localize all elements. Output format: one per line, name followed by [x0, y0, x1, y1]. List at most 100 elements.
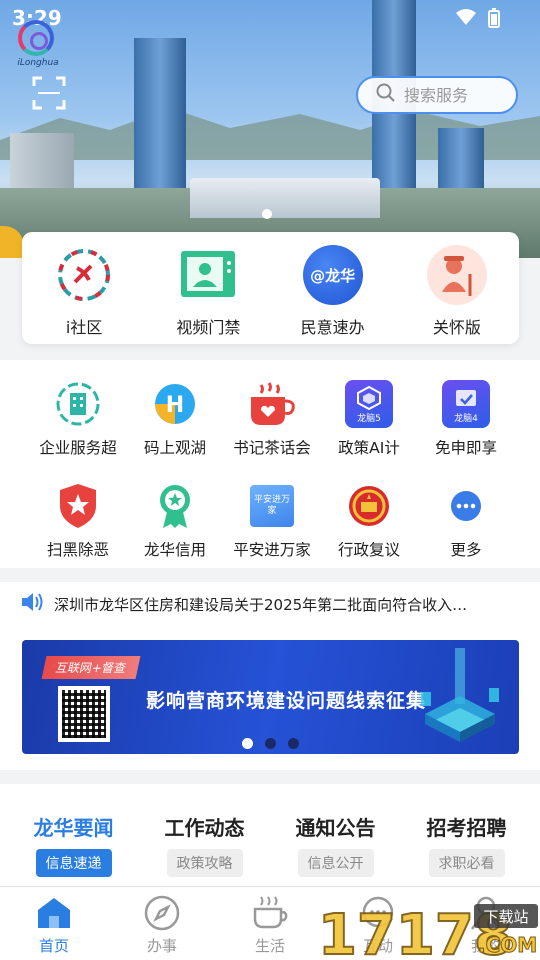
status-icons — [456, 8, 500, 33]
nav-services[interactable]: 办事 — [112, 895, 212, 960]
community-emblem-icon — [53, 244, 115, 306]
tab-subtitle: 信息公开 — [297, 849, 374, 877]
quick-item-label: 民意速办 — [300, 318, 365, 337]
notice-text: 深圳市龙华区住房和建设局关于2025年第二批面向符合收入… — [54, 595, 468, 614]
banner-pagination — [242, 738, 299, 749]
quick-access-card: i社区 视频门禁 @龙华 民意速办 关怀版 — [22, 232, 519, 344]
nav-profile[interactable]: 我的 — [436, 895, 536, 960]
quick-item-video-access[interactable]: 视频门禁 — [153, 244, 263, 344]
banner-dot-active[interactable] — [242, 738, 253, 749]
coffee-icon — [220, 895, 320, 931]
home-icon — [4, 895, 104, 931]
tab-title: 工作动态 — [164, 816, 245, 840]
promo-banner[interactable]: 互联网+督查 影响营商环境建设问题线索征集 — [22, 640, 519, 754]
service-more[interactable]: 更多 — [418, 480, 514, 560]
service-label: 龙华信用 — [143, 541, 206, 559]
svg-text:H: H — [166, 393, 184, 418]
service-anti-crime[interactable]: 扫黑除恶 — [30, 480, 126, 560]
hero-banner[interactable]: 3:29 iLonghua — [0, 0, 540, 258]
banner-dot[interactable] — [265, 738, 276, 749]
nav-label: 生活 — [254, 937, 285, 955]
public-opinion-badge: @龙华 — [302, 245, 363, 305]
service-label: 免申即享 — [434, 439, 497, 457]
service-tea-talk[interactable]: 书记茶话会 — [224, 378, 320, 458]
enterprise-building-icon — [52, 378, 104, 430]
notice-bar[interactable]: 深圳市龙华区住房和建设局关于2025年第二批面向符合收入… — [0, 582, 540, 626]
service-apply-free[interactable]: 龙脑4 免申即享 — [418, 378, 514, 458]
search-icon — [376, 83, 396, 107]
quick-item-elder-care[interactable]: 关怀版 — [402, 244, 512, 344]
service-label: 更多 — [450, 541, 482, 559]
service-guanhu[interactable]: H 码上观湖 — [127, 378, 223, 458]
search-input[interactable] — [404, 85, 504, 105]
service-label: 企业服务超 — [39, 439, 117, 457]
nav-life[interactable]: 生活 — [220, 895, 320, 960]
hero-pagination — [262, 209, 272, 219]
quick-item-label: 视频门禁 — [176, 318, 241, 337]
user-icon — [436, 895, 536, 931]
service-label: 扫黑除恶 — [46, 541, 109, 559]
service-admin-review[interactable]: 行政复议 — [321, 480, 417, 560]
more-icon — [440, 480, 492, 532]
banner-title: 影响营商环境建设问题线索征集 — [146, 690, 427, 712]
nav-home[interactable]: 首页 — [4, 895, 104, 960]
service-label: 平安进万家 — [233, 541, 311, 559]
nav-label: 互动 — [362, 937, 393, 955]
apply-free-icon: 龙脑4 — [440, 378, 492, 430]
news-section: 龙华要闻 信息速递 工作动态 政策攻略 通知公告 信息公开 招考招聘 求职必看 — [0, 784, 540, 886]
quick-item-community[interactable]: i社区 — [29, 244, 139, 344]
video-access-icon — [177, 244, 239, 306]
compass-icon — [112, 895, 212, 931]
tab-work-updates[interactable]: 工作动态 政策攻略 — [145, 812, 265, 877]
logo-ring-icon — [18, 20, 54, 56]
logo-brand-text: iLonghua — [17, 58, 59, 68]
service-label: 码上观湖 — [143, 439, 206, 457]
tab-subtitle: 政策攻略 — [166, 849, 243, 877]
tab-longhua-news[interactable]: 龙华要闻 信息速递 — [14, 812, 134, 877]
app-home-screen: 3:29 iLonghua 搜索服务 i社区 视频门禁 @龙华 民意速办 关怀版… — [0, 0, 540, 960]
apply-free-badge: 龙脑4 — [454, 414, 478, 424]
quick-item-label: i社区 — [65, 318, 103, 337]
scan-icon[interactable] — [32, 76, 66, 110]
tab-recruitment[interactable]: 招考招聘 求职必看 — [407, 812, 527, 877]
tab-title: 招考招聘 — [426, 816, 507, 840]
search-box[interactable] — [356, 76, 518, 114]
service-enterprise[interactable]: 企业服务超 — [30, 378, 126, 458]
service-label: 行政复议 — [337, 541, 400, 559]
policy-ai-badge: 龙脑5 — [357, 414, 381, 424]
service-policy-ai[interactable]: 龙脑5 政策AI计 — [321, 378, 417, 458]
shield-star-icon — [52, 480, 104, 532]
credit-medal-icon — [149, 480, 201, 532]
app-logo[interactable]: iLonghua — [14, 20, 62, 72]
safety-home-badge: 平安进万家 — [250, 485, 294, 527]
service-credit[interactable]: 龙华信用 — [127, 480, 223, 560]
service-label: 政策AI计 — [338, 439, 400, 457]
banner-tag: 互联网+督查 — [41, 656, 141, 679]
quick-item-label: 关怀版 — [432, 318, 481, 337]
tab-announcements[interactable]: 通知公告 信息公开 — [276, 812, 396, 877]
quick-item-public-opinion[interactable]: @龙华 民意速办 — [278, 244, 388, 344]
station-building — [190, 178, 380, 218]
banner-section: 互联网+督查 影响营商环境建设问题线索征集 — [0, 626, 540, 770]
wifi-icon — [456, 8, 476, 33]
chat-icon — [328, 895, 428, 931]
tab-subtitle: 求职必看 — [428, 849, 505, 877]
tea-cup-icon — [246, 378, 298, 430]
h-logo-icon: H — [149, 378, 201, 430]
bottom-navigation: 首页 办事 生活 互动 我的 — [0, 886, 540, 960]
elder-care-icon — [426, 244, 488, 306]
nav-label: 首页 — [38, 937, 69, 955]
safety-home-icon: 平安进万家 — [246, 480, 298, 532]
services-grid-section: 企业服务超 H 码上观湖 书记茶话会 龙脑5 政策AI计 龙脑4 免申即享 扫黑… — [0, 360, 540, 568]
policy-ai-icon: 龙脑5 — [343, 378, 395, 430]
service-safety-home[interactable]: 平安进万家 平安进万家 — [224, 480, 320, 560]
banner-dot[interactable] — [288, 738, 299, 749]
public-opinion-icon: @龙华 — [302, 244, 364, 306]
nav-interact[interactable]: 互动 — [328, 895, 428, 960]
nav-label: 办事 — [146, 937, 177, 955]
national-emblem-icon — [343, 480, 395, 532]
tab-title: 龙华要闻 — [33, 816, 114, 840]
qr-code — [58, 686, 110, 742]
tab-title: 通知公告 — [295, 816, 376, 840]
nav-label: 我的 — [470, 937, 501, 955]
